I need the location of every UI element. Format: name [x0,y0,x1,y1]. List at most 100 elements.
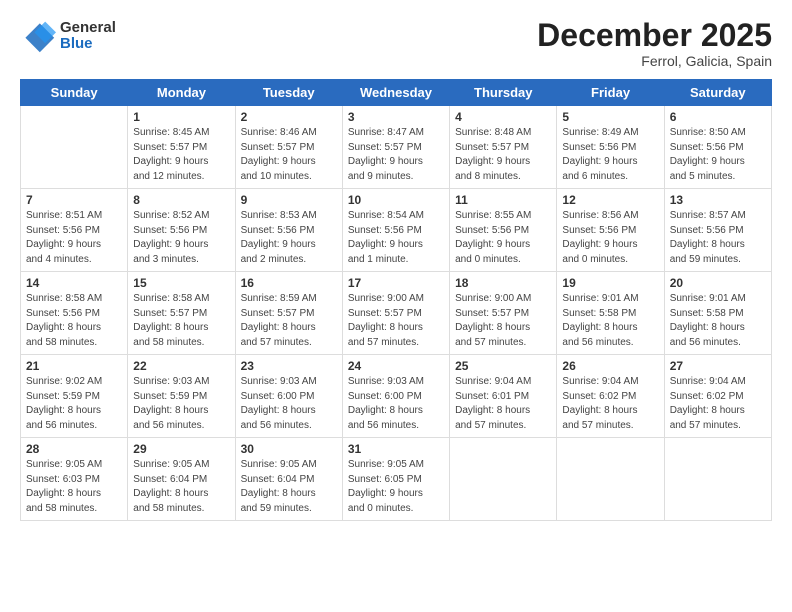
day-cell: 11 Sunrise: 8:55 AM Sunset: 5:56 PM Dayli… [450,189,557,272]
week-row-5: 28Sunrise: 9:05 AM Sunset: 6:03 PM Dayli… [21,438,772,521]
day-cell: 27Sunrise: 9:04 AM Sunset: 6:02 PM Dayli… [664,355,771,438]
day-number: 24 [348,359,444,373]
week-row-4: 21 Sunrise: 9:02 AM Sunset: 5:59 PM Dayli… [21,355,772,438]
day-info: Sunrise: 9:03 AM Sunset: 6:00 PM Dayligh… [348,375,444,433]
day-cell: 1 Sunrise: 8:45 AM Sunset: 5:57 PM Daylig… [128,106,235,189]
day-number: 2 [241,110,337,124]
day-number: 13 [670,193,766,207]
day-number: 9 [241,193,337,207]
day-cell: 22 Sunrise: 9:03 AM Sunset: 5:59 PM Dayli… [128,355,235,438]
logo-text: General Blue [60,20,116,53]
day-cell: 17Sunrise: 9:00 AM Sunset: 5:57 PM Dayli… [342,272,449,355]
day-cell: 21 Sunrise: 9:02 AM Sunset: 5:59 PM Dayli… [21,355,128,438]
day-cell: 20Sunrise: 9:01 AM Sunset: 5:58 PM Dayli… [664,272,771,355]
week-row-3: 14 Sunrise: 8:58 AM Sunset: 5:56 PM Dayli… [21,272,772,355]
day-cell: 26 Sunrise: 9:04 AM Sunset: 6:02 PM Dayli… [557,355,664,438]
day-number: 3 [348,110,444,124]
day-info: Sunrise: 8:57 AM Sunset: 5:56 PM Dayligh… [670,209,766,267]
day-info: Sunrise: 8:54 AM Sunset: 5:56 PM Dayligh… [348,209,444,267]
week-row-1: 1 Sunrise: 8:45 AM Sunset: 5:57 PM Daylig… [21,106,772,189]
weekday-thursday: Thursday [450,80,557,106]
day-number: 14 [26,276,122,290]
day-number: 19 [562,276,658,290]
day-cell: 19 Sunrise: 9:01 AM Sunset: 5:58 PM Dayli… [557,272,664,355]
day-info: Sunrise: 9:01 AM Sunset: 5:58 PM Dayligh… [670,292,766,350]
day-info: Sunrise: 8:55 AM Sunset: 5:56 PM Dayligh… [455,209,551,267]
day-cell: 16 Sunrise: 8:59 AM Sunset: 5:57 PM Dayli… [235,272,342,355]
day-cell: 2 Sunrise: 8:46 AM Sunset: 5:57 PM Daylig… [235,106,342,189]
day-cell: 10 Sunrise: 8:54 AM Sunset: 5:56 PM Dayli… [342,189,449,272]
day-info: Sunrise: 8:46 AM Sunset: 5:57 PM Dayligh… [241,126,337,184]
day-cell: 24 Sunrise: 9:03 AM Sunset: 6:00 PM Dayli… [342,355,449,438]
day-info: Sunrise: 9:00 AM Sunset: 5:57 PM Dayligh… [455,292,551,350]
day-number: 30 [241,442,337,456]
day-info: Sunrise: 8:48 AM Sunset: 5:57 PM Dayligh… [455,126,551,184]
day-cell: 15 Sunrise: 8:58 AM Sunset: 5:57 PM Dayli… [128,272,235,355]
day-info: Sunrise: 9:04 AM Sunset: 6:02 PM Dayligh… [562,375,658,433]
day-number: 23 [241,359,337,373]
day-number: 7 [26,193,122,207]
day-number: 12 [562,193,658,207]
logo-icon [20,18,56,54]
day-info: Sunrise: 8:45 AM Sunset: 5:57 PM Dayligh… [133,126,229,184]
day-info: Sunrise: 9:05 AM Sunset: 6:04 PM Dayligh… [133,458,229,516]
location: Ferrol, Galicia, Spain [537,53,772,69]
day-cell [450,438,557,521]
weekday-wednesday: Wednesday [342,80,449,106]
day-info: Sunrise: 8:58 AM Sunset: 5:56 PM Dayligh… [26,292,122,350]
day-info: Sunrise: 9:05 AM Sunset: 6:05 PM Dayligh… [348,458,444,516]
weekday-sunday: Sunday [21,80,128,106]
day-number: 26 [562,359,658,373]
day-info: Sunrise: 9:04 AM Sunset: 6:01 PM Dayligh… [455,375,551,433]
day-cell: 14 Sunrise: 8:58 AM Sunset: 5:56 PM Dayli… [21,272,128,355]
day-info: Sunrise: 8:49 AM Sunset: 5:56 PM Dayligh… [562,126,658,184]
day-info: Sunrise: 8:59 AM Sunset: 5:57 PM Dayligh… [241,292,337,350]
day-info: Sunrise: 9:05 AM Sunset: 6:03 PM Dayligh… [26,458,122,516]
day-cell: 5 Sunrise: 8:49 AM Sunset: 5:56 PM Daylig… [557,106,664,189]
day-cell: 13 Sunrise: 8:57 AM Sunset: 5:56 PM Dayli… [664,189,771,272]
day-number: 15 [133,276,229,290]
weekday-header-row: SundayMondayTuesdayWednesdayThursdayFrid… [21,80,772,106]
day-number: 16 [241,276,337,290]
day-number: 4 [455,110,551,124]
day-info: Sunrise: 9:03 AM Sunset: 6:00 PM Dayligh… [241,375,337,433]
day-cell: 30 Sunrise: 9:05 AM Sunset: 6:04 PM Dayli… [235,438,342,521]
day-cell: 29 Sunrise: 9:05 AM Sunset: 6:04 PM Dayli… [128,438,235,521]
day-number: 17 [348,276,444,290]
day-cell: 12 Sunrise: 8:56 AM Sunset: 5:56 PM Dayli… [557,189,664,272]
day-cell [664,438,771,521]
day-number: 31 [348,442,444,456]
day-info: Sunrise: 8:52 AM Sunset: 5:56 PM Dayligh… [133,209,229,267]
day-info: Sunrise: 8:53 AM Sunset: 5:56 PM Dayligh… [241,209,337,267]
day-info: Sunrise: 9:01 AM Sunset: 5:58 PM Dayligh… [562,292,658,350]
day-number: 6 [670,110,766,124]
day-info: Sunrise: 9:03 AM Sunset: 5:59 PM Dayligh… [133,375,229,433]
day-info: Sunrise: 8:50 AM Sunset: 5:56 PM Dayligh… [670,126,766,184]
title-block: December 2025 Ferrol, Galicia, Spain [537,18,772,69]
day-cell: 3Sunrise: 8:47 AM Sunset: 5:57 PM Daylig… [342,106,449,189]
day-info: Sunrise: 9:02 AM Sunset: 5:59 PM Dayligh… [26,375,122,433]
day-number: 5 [562,110,658,124]
day-cell: 8Sunrise: 8:52 AM Sunset: 5:56 PM Daylig… [128,189,235,272]
day-cell: 9 Sunrise: 8:53 AM Sunset: 5:56 PM Daylig… [235,189,342,272]
day-number: 10 [348,193,444,207]
day-info: Sunrise: 8:58 AM Sunset: 5:57 PM Dayligh… [133,292,229,350]
day-cell: 4 Sunrise: 8:48 AM Sunset: 5:57 PM Daylig… [450,106,557,189]
day-info: Sunrise: 9:05 AM Sunset: 6:04 PM Dayligh… [241,458,337,516]
day-cell: 23 Sunrise: 9:03 AM Sunset: 6:00 PM Dayli… [235,355,342,438]
day-number: 25 [455,359,551,373]
calendar-table: SundayMondayTuesdayWednesdayThursdayFrid… [20,79,772,521]
day-number: 21 [26,359,122,373]
day-number: 22 [133,359,229,373]
day-cell [21,106,128,189]
day-number: 11 [455,193,551,207]
weekday-saturday: Saturday [664,80,771,106]
header: General Blue December 2025 Ferrol, Galic… [20,18,772,69]
day-number: 29 [133,442,229,456]
day-number: 27 [670,359,766,373]
day-cell: 18Sunrise: 9:00 AM Sunset: 5:57 PM Dayli… [450,272,557,355]
weekday-tuesday: Tuesday [235,80,342,106]
weekday-friday: Friday [557,80,664,106]
day-info: Sunrise: 8:56 AM Sunset: 5:56 PM Dayligh… [562,209,658,267]
day-number: 1 [133,110,229,124]
